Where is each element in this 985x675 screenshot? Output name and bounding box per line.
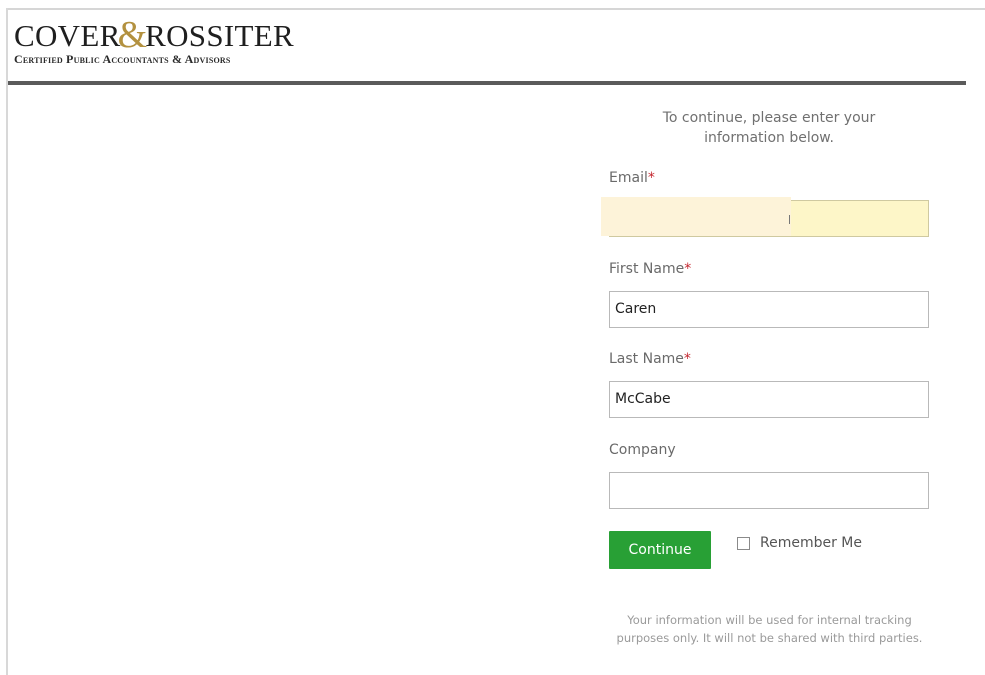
last-name-label: Last Name* — [609, 351, 691, 367]
remember-me-option[interactable]: Remember Me — [737, 535, 862, 551]
left-border — [6, 8, 8, 675]
required-marker: * — [683, 351, 691, 367]
remember-me-label[interactable]: Remember Me — [760, 535, 862, 551]
top-border — [8, 8, 985, 10]
form-intro-text: To continue, please enter your informati… — [662, 110, 876, 146]
page: COVER&ROSSITER Certified Public Accounta… — [0, 0, 985, 675]
logo-word-cover: COVER — [14, 18, 121, 53]
company-label: Company — [609, 442, 676, 458]
email-redaction — [601, 197, 791, 236]
required-marker: * — [647, 170, 655, 186]
text-caret — [789, 215, 790, 224]
first-name-field[interactable]: Caren — [609, 291, 929, 328]
required-marker: * — [684, 261, 692, 277]
email-label: Email* — [609, 170, 655, 186]
continue-button[interactable]: Continue — [609, 531, 711, 569]
privacy-note: Your information will be used for intern… — [616, 613, 923, 645]
email-label-text: Email — [609, 170, 648, 186]
logo-wordmark: COVER&ROSSITER — [14, 16, 334, 54]
first-name-label-text: First Name — [609, 261, 685, 277]
last-name-label-text: Last Name — [609, 351, 684, 367]
logo-ampersand: & — [117, 14, 148, 56]
header-divider — [8, 81, 966, 85]
logo-tagline: Certified Public Accountants & Advisors — [14, 52, 231, 66]
first-name-label: First Name* — [609, 261, 691, 277]
logo-word-rossiter: ROSSITER — [145, 18, 294, 53]
company-field[interactable] — [609, 472, 929, 509]
last-name-field[interactable]: McCabe — [609, 381, 929, 418]
company-logo: COVER&ROSSITER Certified Public Accounta… — [14, 16, 334, 67]
remember-me-checkbox[interactable] — [737, 536, 750, 550]
